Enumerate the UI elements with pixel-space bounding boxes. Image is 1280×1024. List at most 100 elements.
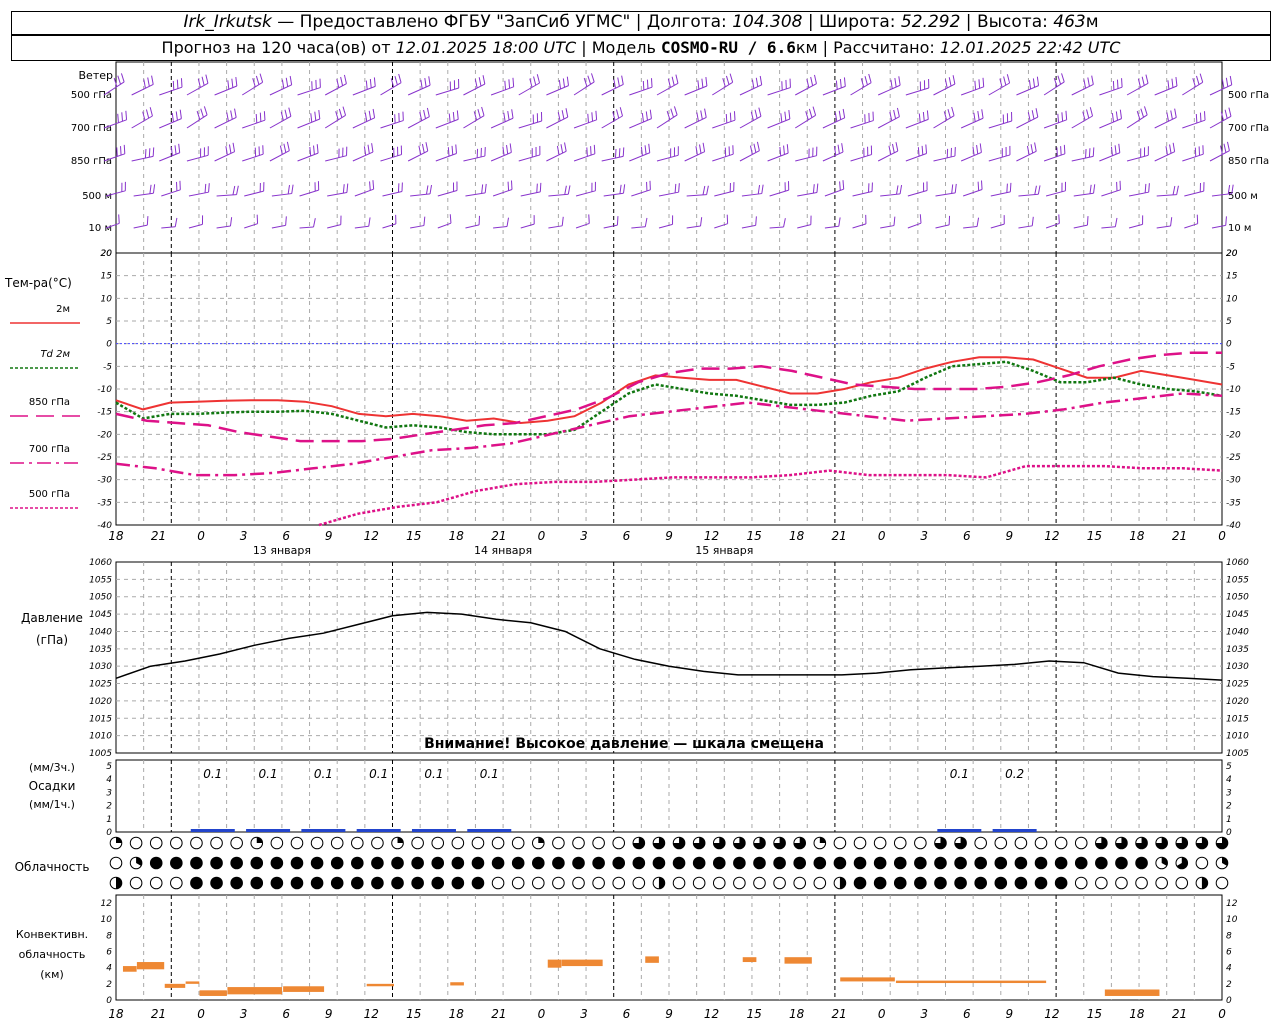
- cloud-cell: [733, 836, 746, 850]
- cloud-cell: [371, 876, 384, 890]
- cloud-cell: [893, 836, 907, 850]
- conv-left-tick: 12: [101, 899, 113, 909]
- precip-bar: [411, 829, 456, 832]
- wind-barb: [437, 214, 452, 229]
- cloud-cell: [1155, 856, 1168, 870]
- wind-barb: [354, 180, 375, 197]
- wind-barb: [822, 108, 846, 129]
- cloud-cell: [934, 836, 947, 850]
- conv-bar: [185, 981, 200, 984]
- wind-barb: [629, 143, 651, 162]
- wind-barb: [601, 107, 623, 129]
- wind-barb: [546, 76, 569, 96]
- wind-barb: [988, 74, 1011, 96]
- cloud-cell: [250, 856, 264, 870]
- cloud-cell: [914, 856, 927, 870]
- cloud-cell: [290, 876, 304, 890]
- cloud-cell: [592, 856, 605, 870]
- wind-barb: [407, 107, 430, 129]
- wind-barb: [794, 106, 817, 129]
- wind-barb: [1018, 216, 1034, 229]
- wind-barb: [850, 73, 872, 96]
- cloud-cell: [451, 836, 465, 850]
- precip-right-tick: 2: [1226, 802, 1232, 812]
- cloud-cell: [391, 836, 404, 850]
- precip-left-tick: 5: [106, 762, 112, 772]
- precip-value-label: 0.2: [1005, 767, 1024, 781]
- cloud-cell: [1135, 836, 1148, 850]
- wind-barb: [297, 144, 319, 162]
- temp-x-tick: 0: [878, 529, 886, 543]
- temp-left-tick: -35: [97, 498, 112, 508]
- wind-barb: [463, 147, 486, 162]
- cloud-cell: [411, 856, 424, 870]
- meteogram-chart: Ветер 500 гПа 500 гПа 700 гПа 700 гПа 850 гПа…: [4, 61, 1269, 1021]
- temp-right-tick: -30: [1226, 476, 1241, 486]
- temp-x-tick: 3: [580, 529, 588, 543]
- temp-left-tick: -25: [97, 453, 112, 463]
- cloud-cell: [753, 856, 766, 870]
- wind-barb: [159, 78, 183, 96]
- wind-barb: [1209, 141, 1230, 162]
- wind-barb: [907, 214, 922, 229]
- wind-barb: [269, 107, 292, 129]
- conv-bar: [895, 980, 1047, 984]
- temp-right-tick: -25: [1226, 453, 1241, 463]
- cloud-cell: [210, 876, 223, 890]
- cloud-cell: [210, 856, 223, 870]
- temp-right-tick: -35: [1226, 498, 1241, 508]
- precip-unit-top: (мм/3ч.): [29, 761, 75, 774]
- wind-barb: [435, 78, 460, 96]
- temp-x-tick: 12: [364, 529, 379, 543]
- cloud-cell: [853, 876, 867, 890]
- cloud-cell: [391, 876, 404, 890]
- pressure-right-tick: 1050: [1226, 593, 1249, 603]
- cloud-cell: [813, 836, 827, 850]
- cloud-cell: [531, 876, 545, 890]
- cloud-cell: [873, 856, 887, 870]
- wind-barb: [1211, 216, 1227, 229]
- cloud-cell: [351, 856, 364, 870]
- wind-barb: [739, 141, 760, 162]
- conv-bar: [1104, 989, 1160, 996]
- cloud-cell: [250, 876, 264, 890]
- cloud-cell: [632, 836, 646, 850]
- wind-barb: [1126, 74, 1149, 96]
- pressure-unit: (гПа): [36, 633, 68, 647]
- cloud-cell: [1014, 856, 1028, 870]
- wind-barb: [1156, 217, 1173, 229]
- cloud-cell: [1074, 876, 1088, 890]
- wind-barb: [1073, 216, 1089, 229]
- wind-barb: [629, 109, 652, 129]
- wind-level-label: 10 м: [89, 223, 112, 234]
- cloud-cell: [270, 836, 284, 850]
- cloud-cell: [974, 856, 987, 870]
- wind-barb: [324, 106, 347, 129]
- cloud-cell: [431, 876, 445, 890]
- cloud-cell: [310, 876, 324, 890]
- conv-right-tick: 4: [1226, 964, 1232, 974]
- temp-left-tick: -30: [97, 476, 112, 486]
- pressure-right-tick: 1030: [1226, 662, 1249, 672]
- pressure-left-tick: 1020: [89, 697, 112, 707]
- cloud-cell: [149, 876, 163, 890]
- wind-barb: [656, 106, 678, 129]
- wind-barb: [546, 142, 567, 162]
- wind-barb: [1018, 185, 1041, 197]
- wind-barb: [877, 107, 900, 129]
- wind-barb: [741, 216, 757, 229]
- cloud-cell: [330, 836, 344, 850]
- temp-left-tick: 5: [106, 317, 112, 327]
- conv-x-tick: 18: [108, 1007, 124, 1021]
- wind-barb: [1016, 76, 1040, 96]
- wind-barb: [963, 217, 980, 229]
- wind-barb: [769, 218, 786, 229]
- cloud-cell: [612, 856, 626, 870]
- temp-x-tick: 6: [623, 529, 631, 543]
- cloud-cell: [1054, 876, 1068, 890]
- wind-barb: [880, 216, 896, 229]
- temp-legend-label: 700 гПа: [29, 444, 70, 455]
- temp-right-tick: 0: [1226, 340, 1232, 350]
- temp-right-tick: -5: [1226, 362, 1235, 372]
- temp-left-tick: 10: [101, 294, 113, 304]
